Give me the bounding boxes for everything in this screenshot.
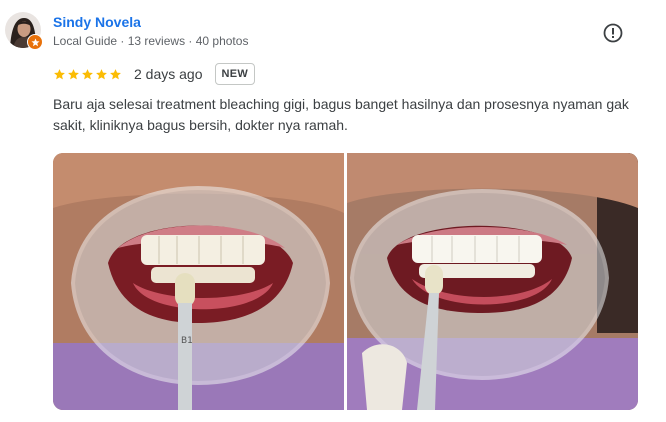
review-text: Baru aja selesai treatment bleaching gig… [53, 96, 629, 133]
svg-text:B1: B1 [181, 336, 193, 346]
star-rating [53, 68, 122, 81]
review-photo-2[interactable] [347, 153, 638, 410]
local-guide-badge-icon [27, 34, 43, 50]
exclamation-circle-icon [603, 23, 623, 43]
star-icon [96, 68, 107, 79]
star-icon [68, 68, 79, 79]
star-icon [82, 68, 93, 79]
new-badge: NEW [214, 63, 256, 85]
avatar[interactable] [5, 12, 43, 50]
review-photo-1[interactable]: B1 [53, 153, 344, 410]
star-icon [54, 68, 65, 79]
more-options-button[interactable] [602, 22, 624, 44]
teeth-after-photo [347, 153, 638, 410]
review-date: 2 days ago [134, 66, 203, 82]
reviewer-name[interactable]: Sindy Novela [53, 14, 141, 30]
teeth-before-photo: B1 [53, 153, 344, 410]
rating-row: 2 days ago NEW [53, 63, 256, 85]
star-icon [110, 68, 121, 79]
reviewer-meta: Local Guide · 13 reviews · 40 photos [53, 34, 249, 48]
